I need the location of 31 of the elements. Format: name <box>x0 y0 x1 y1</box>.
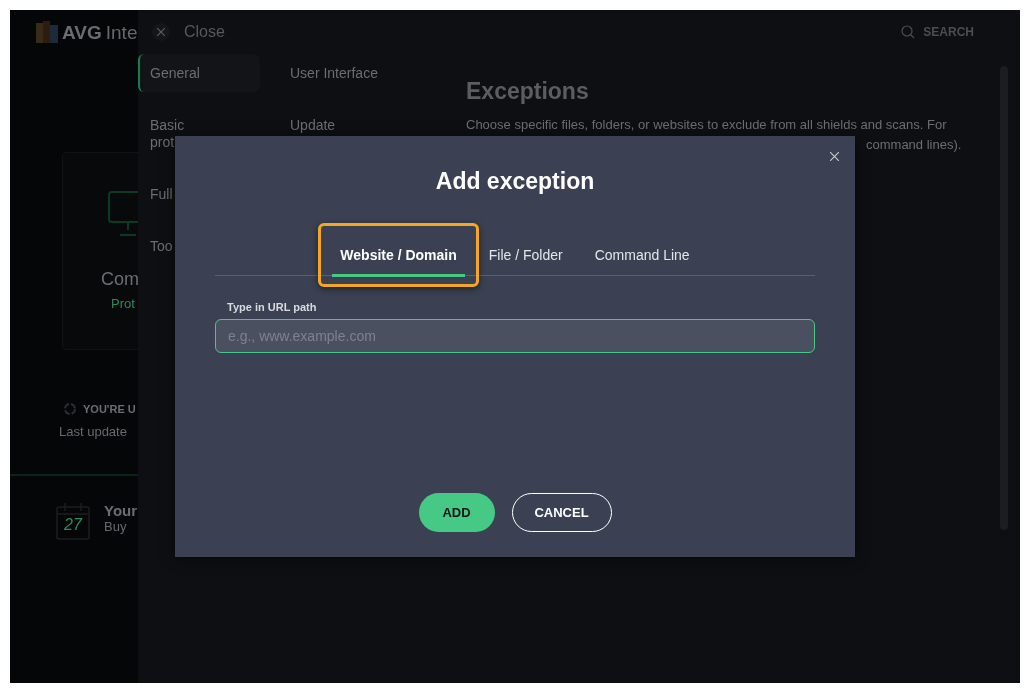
tab[interactable]: File / Folder <box>472 235 579 275</box>
nav-item[interactable]: Too <box>138 227 173 265</box>
monitor-icon <box>108 191 138 239</box>
tab[interactable]: Website / Domain <box>324 235 473 275</box>
close-button[interactable] <box>828 150 841 163</box>
nav-item[interactable]: Full <box>138 175 173 213</box>
logo-text: AVG <box>62 22 102 44</box>
nav-item[interactable]: General <box>138 54 260 92</box>
app-title: Inte <box>105 22 138 44</box>
add-button[interactable]: ADD <box>418 493 495 532</box>
search-icon <box>901 25 916 39</box>
close-button[interactable]: Close <box>152 23 225 41</box>
nav-item[interactable]: User Interface <box>278 54 378 92</box>
tab[interactable]: Command Line <box>578 235 706 275</box>
field-label: Type in URL path <box>227 301 317 313</box>
description-line: command lines). <box>866 136 962 154</box>
description-line: Choose specific files, folders, or websites to exclude from all shields and scans. For <box>466 116 947 134</box>
refresh-icon <box>63 402 77 416</box>
nav-item[interactable]: Basic prot <box>138 106 190 161</box>
promo-detail: Buy <box>104 519 128 534</box>
search-button[interactable]: SEARCH <box>901 25 974 39</box>
close-icon <box>830 152 839 161</box>
card-status: Prot <box>111 296 135 311</box>
dialog-title: Add exception <box>435 168 595 195</box>
update-status: YOU'RE U <box>83 403 136 415</box>
section-heading: Exceptions <box>466 77 590 105</box>
promo-title: Your <box>104 502 138 519</box>
close-icon <box>157 28 165 36</box>
card-title: Com <box>101 269 138 290</box>
logo-icon <box>36 21 58 45</box>
update-detail: Last update <box>59 424 128 439</box>
